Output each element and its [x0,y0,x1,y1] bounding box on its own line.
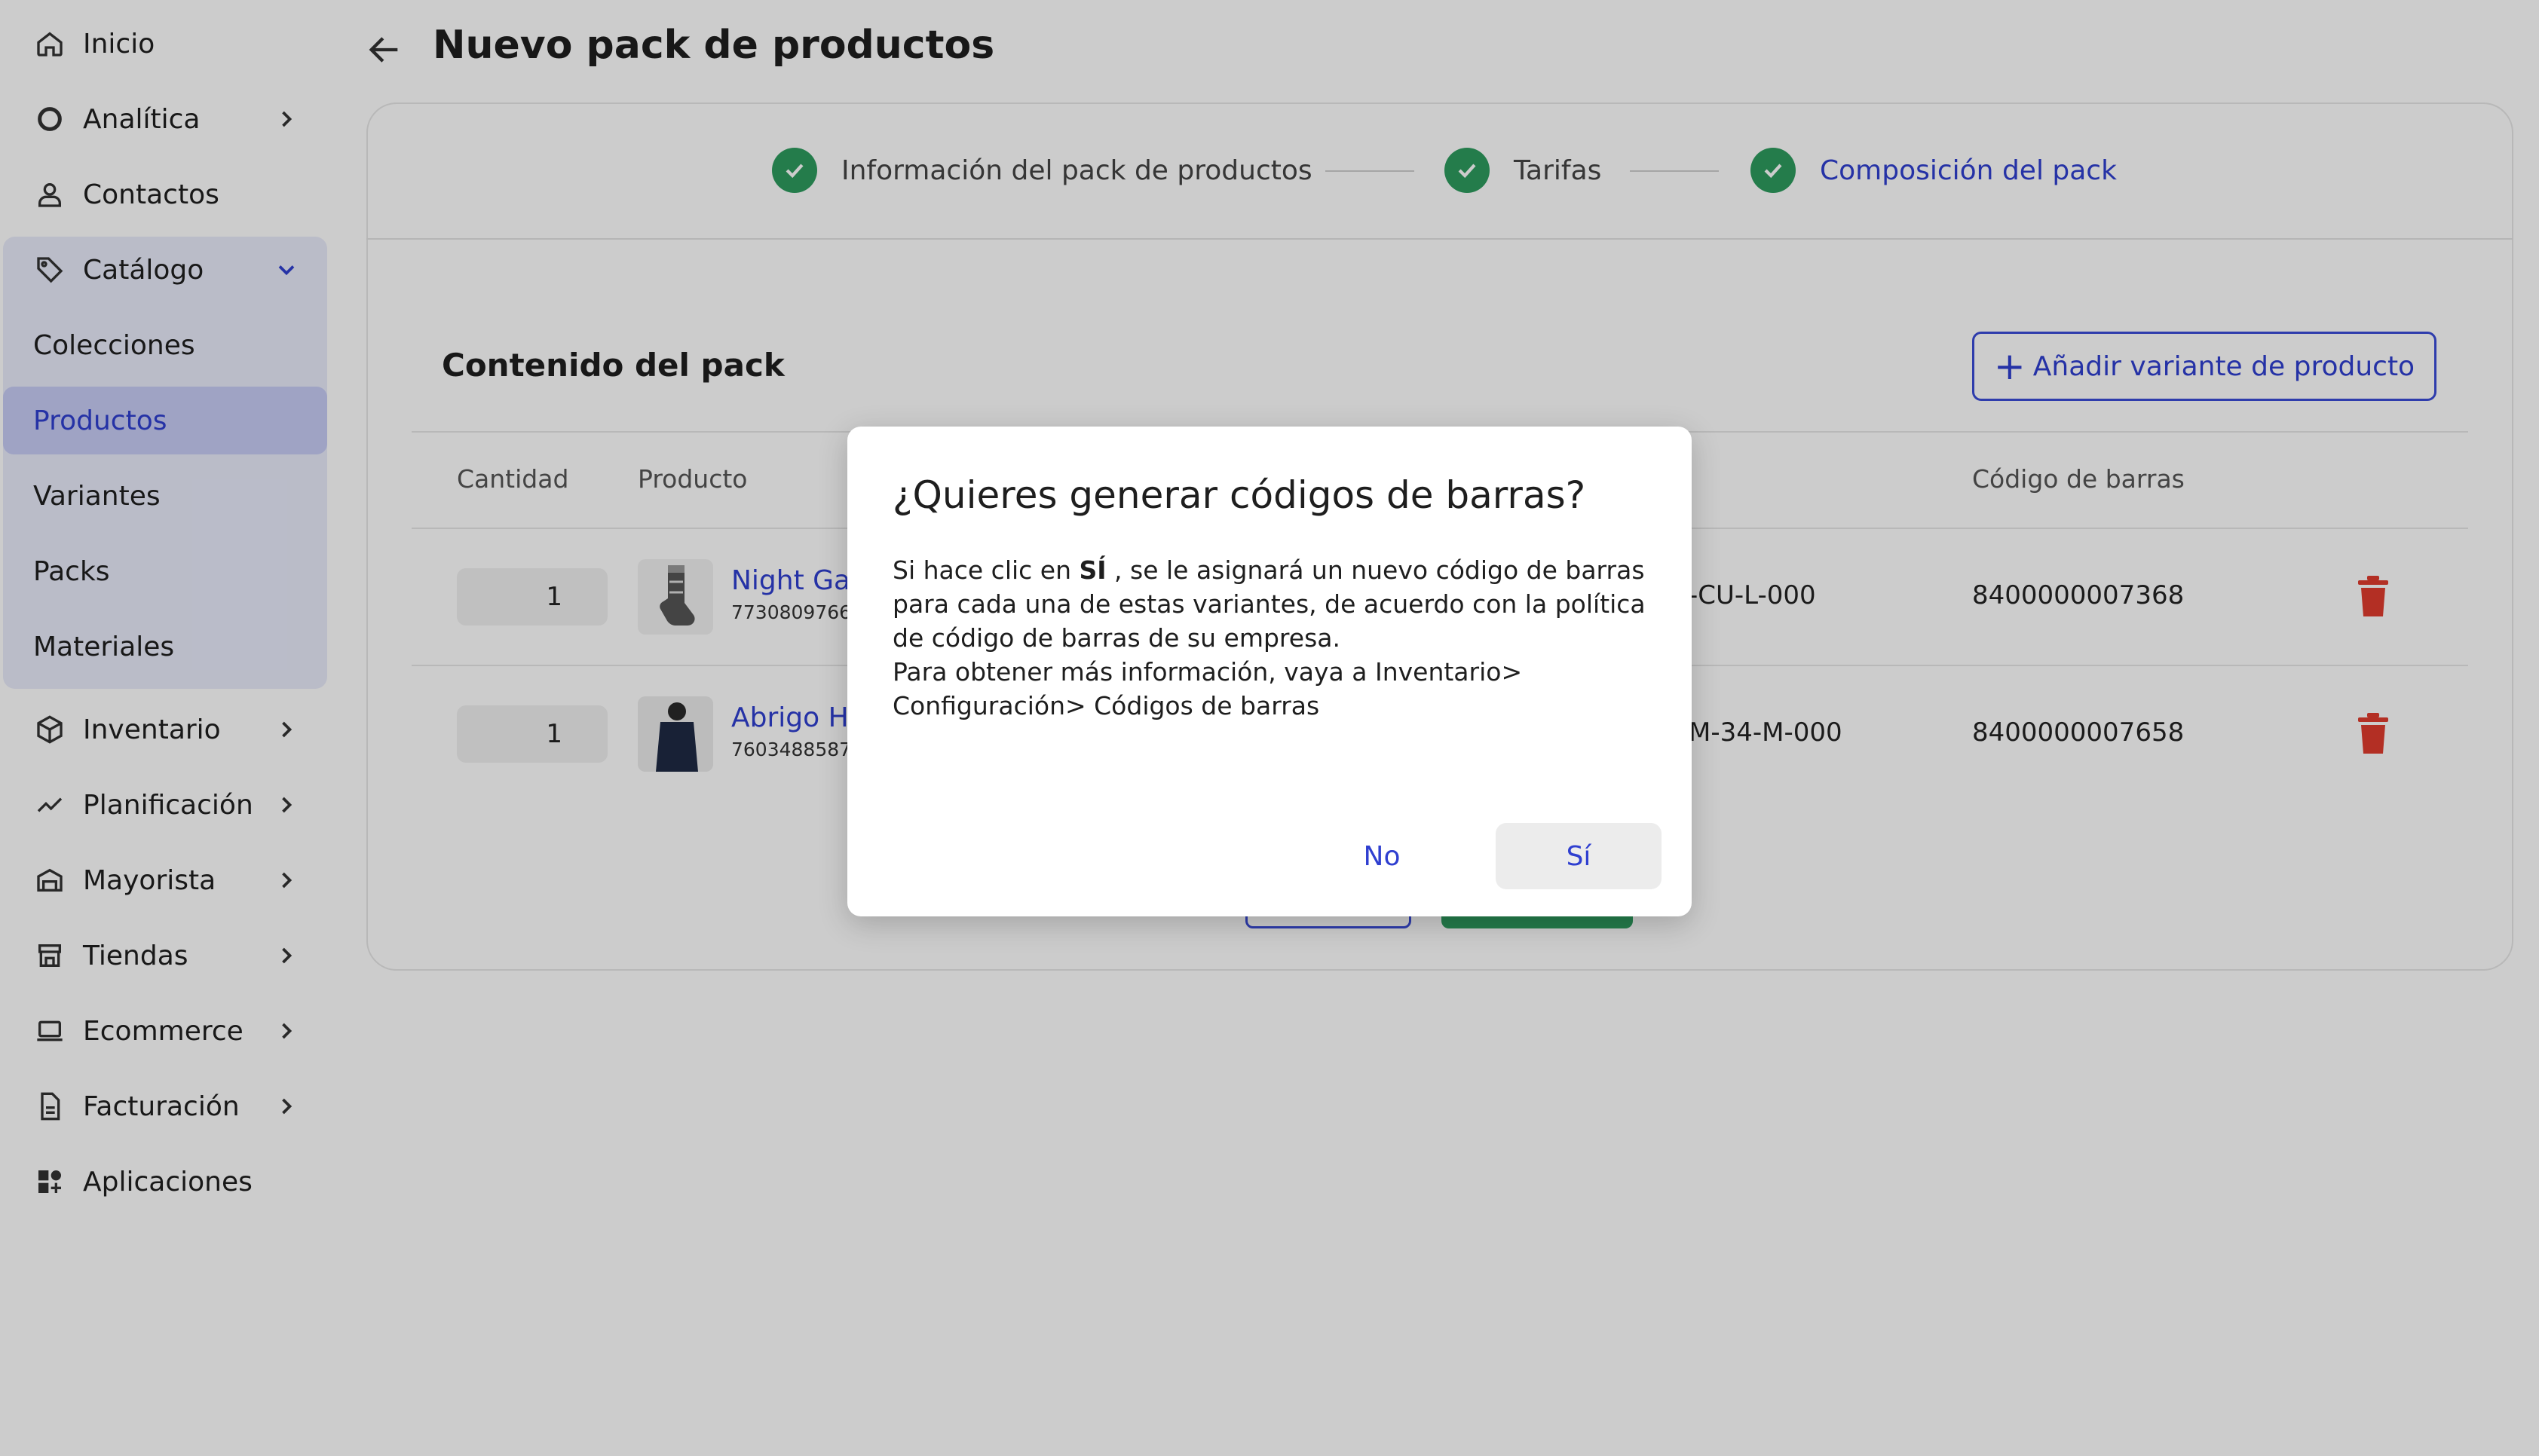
yes-button[interactable]: Sí [1496,823,1662,889]
dialog-body: Si hace clic en SÍ , se le asignará un n… [893,553,1654,723]
dialog-text: Si hace clic en [893,555,1080,585]
dialog-title: ¿Quieres generar códigos de barras? [893,473,1586,517]
dialog-text: Para obtener más información, vaya a Inv… [893,657,1523,720]
no-button[interactable]: No [1282,823,1482,889]
dialog-text-bold: SÍ [1079,555,1107,585]
